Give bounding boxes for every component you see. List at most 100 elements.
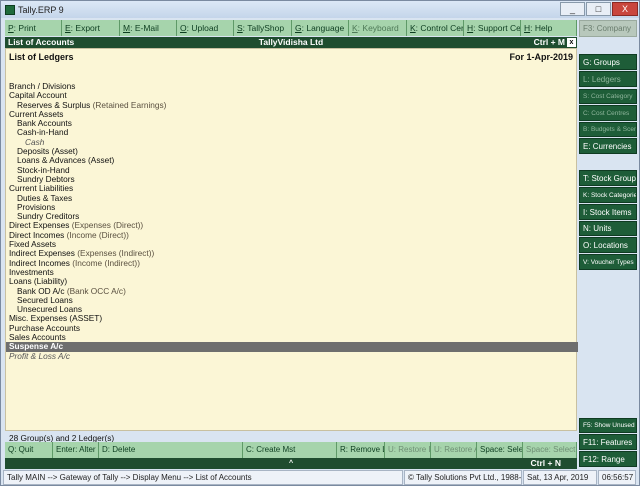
top-button-bar: P: Print E: Export M: E-Mail O: Upload S: Ta…	[5, 20, 577, 36]
topbar-button-controlcentre[interactable]: K: Control Centre	[407, 20, 464, 36]
bottom-button-ddelete[interactable]: D: Delete	[99, 442, 243, 458]
account-alias: (Bank OCC A/c)	[66, 285, 126, 296]
topbar-button-label: : Help	[530, 23, 553, 33]
minimize-button[interactable]: _	[560, 2, 585, 16]
side-button-f5showunused[interactable]: F5: Show Unused	[579, 418, 637, 433]
title-bar: Tally.ERP 9 _ □ X	[1, 1, 639, 18]
close-report-button[interactable]: x	[567, 38, 576, 47]
close-window-button[interactable]: X	[612, 2, 638, 16]
group-row[interactable]: Cash-in-Hand	[9, 128, 578, 137]
side-button-f12range[interactable]: F12: Range	[579, 451, 637, 467]
ledger-row[interactable]: Cash	[9, 137, 578, 147]
bottom-button-ccreatemst[interactable]: C: Create Mst	[243, 442, 337, 458]
topbar-button-label: : Support Centre	[473, 23, 521, 33]
bottom-button-bar: Q: Quit Enter: Alter D: Delete C: Create Ms…	[5, 442, 577, 458]
hotkey-letter: G	[295, 23, 302, 33]
side-button-ecurrencies[interactable]: E: Currencies	[579, 138, 637, 154]
topbar-button-export[interactable]: E: Export	[62, 20, 120, 36]
side-button-f11features[interactable]: F11: Features	[579, 434, 637, 450]
account-name: Profit & Loss A/c	[9, 350, 71, 361]
topbar-button-label: : Keyboard	[357, 23, 399, 33]
account-alias: (Retained Earnings)	[92, 99, 167, 110]
topbar-button-label: : Print	[13, 23, 36, 33]
side-button-kstockcategories[interactable]: K: Stock Categories	[579, 187, 637, 203]
group-row[interactable]: Loans & Advances (Asset)	[9, 156, 578, 165]
side-button-vvouchertypes[interactable]: V: Voucher Types	[579, 254, 637, 270]
side-button-scostcategory[interactable]: S: Cost Category	[579, 89, 637, 104]
group-row[interactable]: Indirect Incomes (Income (Indirect))	[9, 257, 578, 268]
topbar-button-label: : Language	[301, 23, 345, 33]
group-row[interactable]: Current Assets	[9, 109, 578, 119]
topbar-button-label: : Upload	[186, 23, 219, 33]
maximize-button[interactable]: □	[586, 2, 611, 16]
side-button-ccostcentres[interactable]: C: Cost Centres	[579, 105, 637, 121]
topbar-button-supportcentre[interactable]: H: Support Centre	[464, 20, 521, 36]
topbar-button-label: : E-Mail	[130, 23, 159, 33]
group-row[interactable]: Bank Accounts	[9, 119, 578, 128]
current-date: Sat, 13 Apr, 2019	[523, 470, 597, 485]
topbar-button-email[interactable]: M: E-Mail	[120, 20, 177, 36]
topbar-button-help[interactable]: H: Help	[521, 20, 577, 36]
report-header: List of Accounts TallyVidisha Ltd Ctrl +…	[5, 37, 577, 48]
bottom-button-urestoreall[interactable]: U: Restore All	[431, 442, 477, 458]
side-button-olocations[interactable]: O: Locations	[579, 237, 637, 253]
tally-window: Tally.ERP 9 _ □ X P: Print E: Export M: E-…	[0, 0, 640, 486]
copyright-text: © Tally Solutions Pvt Ltd., 1988-20	[404, 470, 522, 485]
group-row[interactable]: Stock-in-Hand	[9, 165, 578, 175]
topbar-button-upload[interactable]: O: Upload	[177, 20, 234, 36]
header-shortcut: Ctrl + M	[533, 37, 565, 47]
side-button-ggroups[interactable]: G: Groups	[579, 54, 637, 70]
company-name: TallyVidisha Ltd	[258, 37, 324, 47]
account-alias: (Income (Direct))	[66, 229, 129, 240]
ctrl-n-shortcut[interactable]: Ctrl + N	[531, 458, 561, 469]
status-bar: Tally MAIN --> Gateway of Tally --> Disp…	[3, 470, 639, 485]
group-row[interactable]: Current Liabilities	[9, 184, 578, 193]
window-title: Tally.ERP 9	[18, 4, 64, 15]
side-button-tstockgroups[interactable]: T: Stock Groups	[579, 170, 637, 186]
navigation-path: Tally MAIN --> Gateway of Tally --> Disp…	[3, 470, 403, 485]
topbar-button-tallyshop[interactable]: S: TallyShop	[234, 20, 292, 36]
group-row[interactable]: Sales Accounts	[9, 332, 578, 342]
period-date: For 1-Apr-2019	[509, 52, 573, 62]
side-button-f3company[interactable]: F3: Company	[579, 20, 637, 37]
group-row[interactable]: Duties & Taxes	[9, 193, 578, 203]
group-row[interactable]: Bank OD A/c (Bank OCC A/c)	[9, 285, 578, 296]
group-row[interactable]: Direct Incomes (Income (Direct))	[9, 229, 578, 240]
group-row[interactable]: Misc. Expenses (ASSET)	[9, 314, 578, 323]
side-button-lledgers[interactable]: L: Ledgers	[579, 71, 637, 87]
side-button-bbudgetsscenarios[interactable]: B: Budgets & Scenarios	[579, 122, 637, 137]
group-row[interactable]: Reserves & Surplus (Retained Earnings)	[9, 99, 578, 110]
bottom-button-urestoreline[interactable]: U: Restore Line	[385, 442, 431, 458]
bottom-button-rremoveline[interactable]: R: Remove Line	[337, 442, 385, 458]
topbar-button-keyboard[interactable]: K: Keyboard	[349, 20, 407, 36]
topbar-button-label: : Export	[70, 23, 100, 33]
account-alias: (Income (Indirect))	[72, 257, 140, 268]
account-tree: Branch / Divisions Capital Account Reserve…	[6, 81, 578, 361]
side-button-nunits[interactable]: N: Units	[579, 221, 637, 236]
group-row[interactable]: Provisions	[9, 202, 578, 212]
bottom-button-enteralter[interactable]: Enter: Alter	[53, 442, 99, 458]
list-title: List of Ledgers	[9, 52, 74, 62]
bottom-button-spaceselect[interactable]: Space: Select	[477, 442, 523, 458]
report-body: List of Ledgers For 1-Apr-2019 Branch / …	[5, 48, 578, 443]
topbar-button-print[interactable]: P: Print	[5, 20, 62, 36]
group-row[interactable]: Suspense A/c	[6, 342, 578, 352]
expand-arrow-icon[interactable]: ^	[5, 458, 577, 469]
group-row[interactable]: Sundry Debtors	[9, 174, 578, 184]
bottom-button-qquit[interactable]: Q: Quit	[5, 442, 53, 458]
tally-app-icon	[5, 4, 15, 15]
group-row[interactable]: Branch / Divisions	[9, 81, 578, 91]
ctrl-n-bar: ^ Ctrl + N	[5, 458, 577, 469]
side-button-istockitems[interactable]: I: Stock Items	[579, 204, 637, 220]
ledger-row[interactable]: Profit & Loss A/c	[9, 350, 578, 361]
topbar-button-language[interactable]: G: Language	[292, 20, 349, 36]
sub-header: List of Ledgers For 1-Apr-2019	[9, 52, 573, 64]
current-time: 06:56:57	[598, 470, 636, 485]
topbar-button-label: : TallyShop	[242, 23, 285, 33]
bottom-button-spaceselectall[interactable]: Space: Select All	[523, 442, 577, 458]
hotkey-letter: O	[180, 23, 187, 33]
group-row[interactable]: Investments	[9, 267, 578, 277]
group-row[interactable]: Secured Loans	[9, 295, 578, 305]
topbar-button-label: : Control Centre	[415, 23, 463, 33]
group-row[interactable]: Purchase Accounts	[9, 323, 578, 333]
